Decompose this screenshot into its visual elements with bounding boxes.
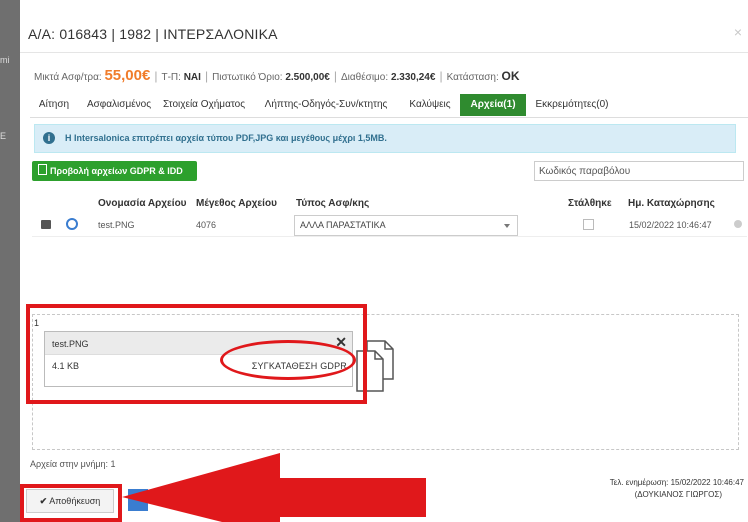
- arrow-annotation: [122, 453, 426, 522]
- red-arrow-icon: [122, 453, 426, 522]
